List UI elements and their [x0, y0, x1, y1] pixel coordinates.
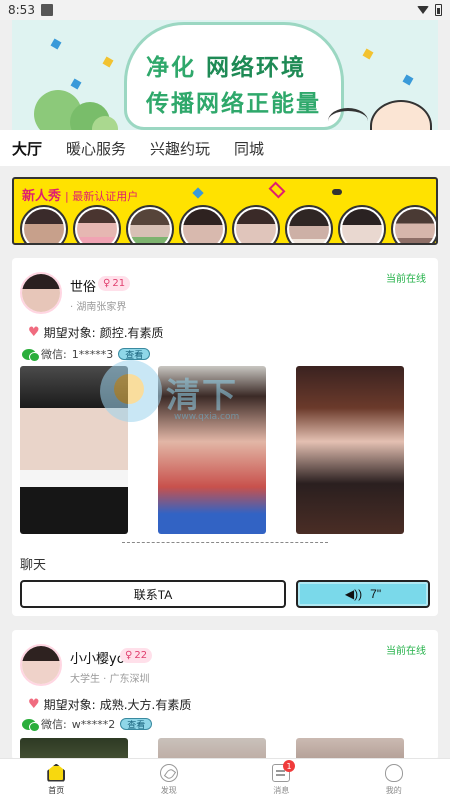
- notification-icon: [40, 4, 53, 16]
- photo[interactable]: [158, 738, 266, 760]
- heart-icon: ♥: [28, 697, 40, 712]
- avatar[interactable]: [20, 272, 62, 314]
- online-status: 当前在线: [386, 274, 426, 285]
- expectation-row: ♥ 期望对象: 成熟.大方.有素质: [28, 697, 192, 712]
- avatar[interactable]: [20, 644, 62, 686]
- new-user-avatar[interactable]: [338, 205, 386, 243]
- wechat-row: 微信: 1*****3 查看: [22, 346, 151, 362]
- female-icon: ♀: [125, 650, 133, 661]
- view-wechat-button[interactable]: 查看: [118, 348, 151, 361]
- tab-same-city[interactable]: 同城: [234, 138, 264, 159]
- new-user-avatar[interactable]: [179, 205, 227, 243]
- home-icon: [47, 763, 66, 782]
- tab-warm-service[interactable]: 暖心服务: [66, 138, 126, 159]
- new-user-avatar[interactable]: [232, 205, 280, 243]
- category-tabs: 大厅 暖心服务 兴趣约玩 同城: [0, 130, 450, 166]
- female-icon: ♀: [103, 278, 111, 289]
- tree-illustration: [92, 116, 118, 130]
- decoration-icon: [268, 181, 286, 199]
- nav-home[interactable]: 首页: [0, 759, 113, 800]
- photo[interactable]: [296, 738, 404, 760]
- nav-label: 首页: [48, 785, 65, 795]
- decoration-icon: [192, 187, 204, 199]
- status-time: 8:53: [8, 3, 35, 17]
- nav-label: 消息: [273, 785, 290, 795]
- decoration-icon: [50, 38, 62, 50]
- new-user-avatar[interactable]: [126, 205, 174, 243]
- tab-hall[interactable]: 大厅: [12, 138, 43, 159]
- photo-gallery: [20, 738, 404, 760]
- user-location: 大学生 · 广东深圳: [70, 674, 150, 685]
- new-user-avatar[interactable]: [73, 205, 121, 243]
- discover-icon: [159, 763, 178, 782]
- wifi-icon: [417, 6, 429, 14]
- divider: [122, 542, 328, 543]
- photo[interactable]: [158, 366, 266, 534]
- user-name: 小小樱yo: [70, 652, 125, 667]
- nav-profile[interactable]: 我的: [338, 759, 450, 800]
- user-location: · 湖南张家界: [70, 302, 127, 313]
- voice-message-button[interactable]: ◀)) 7": [296, 580, 430, 608]
- promo-banner[interactable]: 净化 网络环境 传播网络正能量: [12, 20, 438, 130]
- banner-line-1: 净化 网络环境: [146, 55, 307, 81]
- wechat-icon: [22, 348, 40, 362]
- unread-badge: 1: [283, 760, 295, 772]
- new-user-avatar[interactable]: [391, 205, 436, 243]
- battery-icon: [435, 4, 442, 16]
- age-badge: ♀ 22: [120, 648, 153, 663]
- new-users-title: 新人秀 | 最新认证用户: [22, 189, 139, 204]
- photo-gallery: [20, 366, 404, 534]
- nav-label: 我的: [385, 785, 402, 795]
- new-user-avatar[interactable]: [20, 205, 68, 243]
- chat-label: 聊天: [20, 558, 47, 573]
- wechat-row: 微信: w*****2 查看: [22, 716, 153, 732]
- nav-label: 发现: [160, 785, 177, 795]
- bottom-nav: 首页 发现 消息 我的 1: [0, 758, 450, 800]
- photo[interactable]: [20, 738, 128, 760]
- wechat-icon: [22, 718, 40, 732]
- decoration-icon: [362, 48, 374, 60]
- new-user-avatar[interactable]: [285, 205, 333, 243]
- character-illustration: [370, 100, 432, 130]
- nav-messages[interactable]: 消息: [225, 759, 338, 800]
- decoration-icon: [70, 78, 82, 90]
- user-name: 世俗: [70, 280, 97, 295]
- post-card[interactable]: 小小樱yo ♀ 22 大学生 · 广东深圳 当前在线 ♥ 期望对象: 成熟.大方.…: [12, 630, 438, 760]
- photo[interactable]: [20, 366, 128, 534]
- post-card[interactable]: 世俗 ♀ 21 · 湖南张家界 当前在线 ♥ 期望对象: 颜控.有素质 微信: 1…: [12, 258, 438, 616]
- photo[interactable]: [296, 366, 404, 534]
- decoration-icon: [332, 189, 342, 195]
- banner-line-2: 传播网络正能量: [146, 91, 321, 117]
- profile-icon: [384, 763, 403, 782]
- decoration-icon: [402, 74, 414, 86]
- heart-icon: ♥: [28, 325, 40, 340]
- decoration-icon: [102, 56, 114, 68]
- online-status: 当前在线: [386, 646, 426, 657]
- age-badge: ♀ 21: [98, 276, 131, 291]
- view-wechat-button[interactable]: 查看: [120, 718, 153, 731]
- new-users-strip[interactable]: 新人秀 | 最新认证用户: [12, 177, 438, 245]
- plant-illustration: [328, 108, 368, 130]
- tab-interest-play[interactable]: 兴趣约玩: [150, 138, 210, 159]
- nav-discover[interactable]: 发现: [113, 759, 226, 800]
- voice-icon: ◀)): [344, 587, 363, 601]
- expectation-row: ♥ 期望对象: 颜控.有素质: [28, 325, 164, 340]
- status-bar: 8:53: [0, 0, 450, 20]
- new-users-avatars: [20, 205, 436, 243]
- contact-button[interactable]: 联系TA: [20, 580, 286, 608]
